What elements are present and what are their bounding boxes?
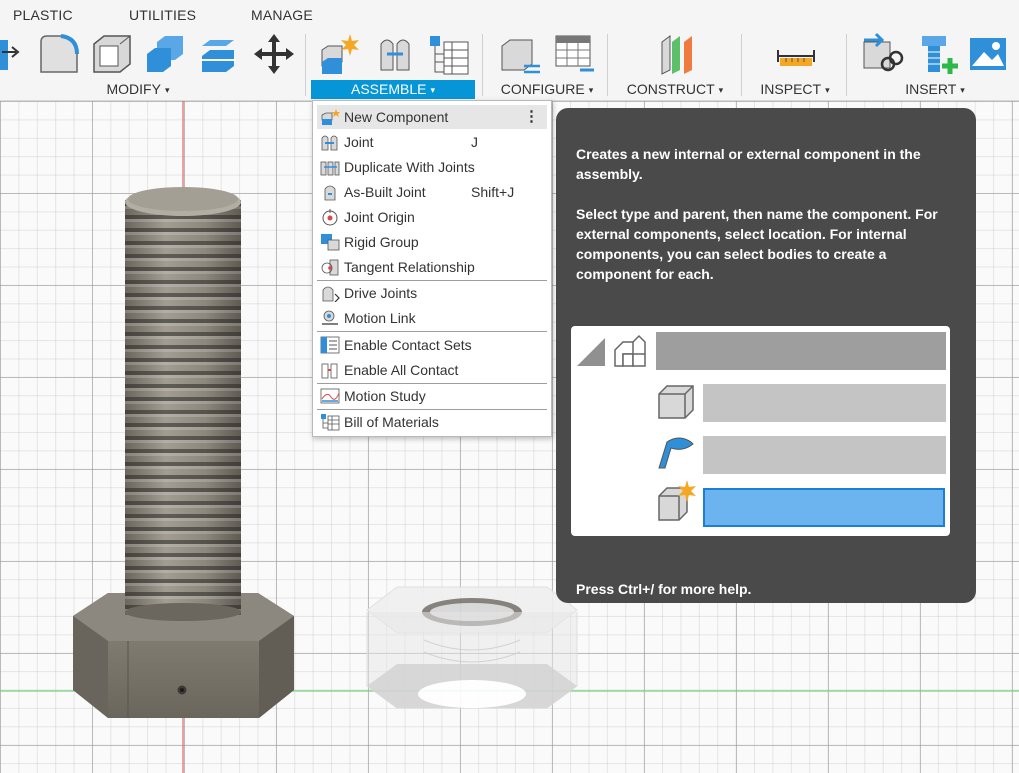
group-divider (741, 34, 742, 96)
modify-group-label[interactable]: MODIFY ▾ (96, 80, 180, 99)
bill-of-materials-toolbar-icon[interactable] (426, 32, 470, 76)
menu-item-motion-link[interactable]: Motion Link (317, 306, 547, 330)
tab-manage[interactable]: MANAGE (251, 7, 313, 23)
insert-group-label[interactable]: INSERT ▾ (893, 80, 977, 99)
menu-item-new-component[interactable]: New Component ⋮ (317, 105, 547, 129)
joint-origin-icon (320, 208, 340, 226)
hex-bolt[interactable] (73, 187, 294, 718)
tangent-relationship-icon (320, 258, 340, 276)
menu-item-tangent-relationship[interactable]: Tangent Relationship (317, 255, 547, 279)
tooltip-title: Creates a new internal or external compo… (576, 146, 921, 182)
location-flag-icon (658, 437, 694, 469)
configuration-table-icon[interactable] (552, 32, 596, 76)
joint-icon (320, 133, 340, 151)
tooltip-footer: Press Ctrl+/ for more help. (576, 581, 752, 597)
menu-item-joint-origin[interactable]: Joint Origin (317, 205, 547, 229)
insert-mcmaster-icon[interactable] (914, 32, 958, 76)
group-divider (607, 34, 608, 96)
offset-faces-icon[interactable] (196, 32, 240, 76)
assemble-group-label[interactable]: ASSEMBLE ▾ (311, 80, 475, 99)
group-divider (305, 34, 306, 96)
tab-utilities[interactable]: UTILITIES (129, 7, 196, 23)
motion-study-icon (320, 387, 340, 405)
expand-triangle-icon (577, 338, 605, 366)
enable-contact-sets-icon (320, 336, 340, 354)
configure-icon[interactable] (498, 32, 542, 76)
menu-divider (317, 331, 547, 332)
menu-item-as-built-joint[interactable]: As-Built Joint Shift+J (317, 180, 547, 204)
location-field (703, 436, 946, 474)
menu-item-motion-study[interactable]: Motion Study (317, 384, 547, 408)
menu-item-bill-of-materials[interactable]: Bill of Materials (317, 410, 547, 434)
insert-derive-icon[interactable] (860, 32, 904, 76)
press-pull-icon[interactable] (0, 32, 26, 76)
menu-item-joint[interactable]: Joint J (317, 130, 547, 154)
combine-icon[interactable] (143, 32, 187, 76)
menu-item-drive-joints[interactable]: Drive Joints (317, 281, 547, 305)
component-name-field (703, 488, 945, 527)
rigid-group-icon (320, 233, 340, 251)
parent-field (656, 332, 946, 370)
toolbar: PLASTIC UTILITIES MANAGE MODIFY ▾ ASSEMBL… (0, 0, 1019, 101)
duplicate-with-joints-icon (320, 158, 340, 176)
group-divider (482, 34, 483, 96)
menu-item-enable-contact-sets[interactable]: Enable Contact Sets (317, 333, 547, 357)
more-options-icon[interactable]: ⋮ (524, 107, 539, 125)
measure-icon[interactable] (774, 32, 818, 76)
assembly-component-icon (614, 334, 646, 367)
new-component-tooltip: Creates a new internal or external compo… (556, 108, 976, 603)
tab-plastic[interactable]: PLASTIC (13, 7, 73, 23)
inspect-group-label[interactable]: INSPECT ▾ (754, 80, 836, 99)
enable-all-contact-icon (320, 361, 340, 379)
body-field (703, 384, 946, 422)
menu-item-enable-all-contact[interactable]: Enable All Contact (317, 358, 547, 382)
tooltip-body: Select type and parent, then name the co… (576, 206, 938, 282)
shell-icon[interactable] (90, 32, 134, 76)
configure-group-label[interactable]: CONFIGURE ▾ (495, 80, 599, 99)
menu-item-rigid-group[interactable]: Rigid Group (317, 230, 547, 254)
move-copy-icon[interactable] (252, 32, 296, 76)
hex-nut[interactable] (366, 586, 578, 709)
new-component-icon[interactable] (318, 32, 362, 76)
motion-link-icon (320, 309, 340, 327)
as-built-joint-icon (320, 183, 340, 201)
new-component-name-icon (658, 480, 696, 521)
drive-joints-icon (320, 284, 340, 302)
bill-of-materials-icon (320, 413, 340, 431)
body-icon (658, 385, 694, 419)
new-component-icon (320, 108, 340, 126)
tooltip-illustration (571, 326, 950, 536)
midplane-icon[interactable] (656, 32, 700, 76)
assemble-dropdown-menu: New Component ⋮ Joint J Duplicate With J… (312, 100, 552, 437)
group-divider (846, 34, 847, 96)
insert-canvas-icon[interactable] (966, 32, 1010, 76)
menu-item-duplicate-with-joints[interactable]: Duplicate With Joints (317, 155, 547, 179)
construct-group-label[interactable]: CONSTRUCT ▾ (622, 80, 728, 99)
joint-icon[interactable] (373, 32, 417, 76)
fillet-icon[interactable] (37, 32, 81, 76)
